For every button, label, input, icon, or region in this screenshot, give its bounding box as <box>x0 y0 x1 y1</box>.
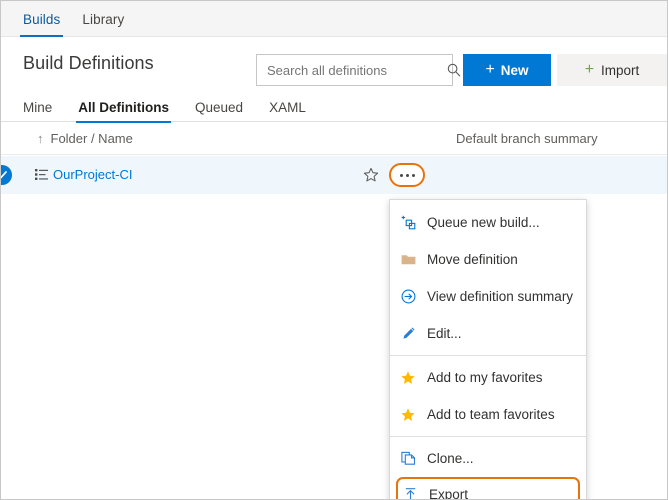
menu-item-move-definition-label: Move definition <box>427 252 518 267</box>
tab-queued[interactable]: Queued <box>195 93 243 122</box>
import-button-label: Import <box>601 63 639 78</box>
copy-icon <box>399 451 417 466</box>
new-button-label: New <box>501 63 529 78</box>
tab-all-definitions-label: All Definitions <box>78 100 169 115</box>
menu-item-add-to-my-favorites-label: Add to my favorites <box>427 370 543 385</box>
search-box[interactable] <box>256 54 453 86</box>
plus-icon: + <box>485 62 494 78</box>
column-header-default-branch-summary[interactable]: Default branch summary <box>456 131 598 146</box>
import-button[interactable]: + Import <box>557 54 667 86</box>
hub-tab-builds[interactable]: Builds <box>23 1 60 37</box>
menu-item-clone[interactable]: Clone... <box>390 440 586 477</box>
row-selected-checkmark-icon[interactable] <box>0 165 12 185</box>
row-more-actions-button[interactable] <box>389 163 425 187</box>
menu-item-queue-new-build[interactable]: Queue new build... <box>390 204 586 241</box>
star-filled-icon <box>399 370 417 386</box>
hub-tab-library-label: Library <box>82 12 124 27</box>
build-definition-icon <box>35 168 48 186</box>
column-header-default-branch-summary-label: Default branch summary <box>456 131 598 146</box>
build-definition-name-link[interactable]: OurProject-CI <box>53 167 132 182</box>
tab-xaml-label: XAML <box>269 100 306 115</box>
ellipsis-dot-icon <box>412 174 415 177</box>
ellipsis-dot-icon <box>406 174 409 177</box>
folder-icon <box>399 253 417 266</box>
hub-tab-bar: Builds Library <box>1 1 667 37</box>
search-icon[interactable] <box>447 55 461 85</box>
grid-header: ↑ Folder / Name Default branch summary <box>1 123 667 155</box>
menu-item-export-label: Export <box>429 487 468 500</box>
menu-item-export[interactable]: Export <box>396 477 580 500</box>
ellipsis-dot-icon <box>400 174 403 177</box>
page-title: Build Definitions <box>23 53 154 74</box>
tab-xaml[interactable]: XAML <box>269 93 306 122</box>
tab-queued-label: Queued <box>195 100 243 115</box>
search-input[interactable] <box>257 55 447 85</box>
context-menu: Queue new build... Move definition View … <box>389 199 587 500</box>
tab-mine[interactable]: Mine <box>23 93 52 122</box>
hub-tab-library[interactable]: Library <box>82 1 124 37</box>
menu-item-clone-label: Clone... <box>427 451 474 466</box>
menu-separator <box>390 436 586 437</box>
build-definitions-page: Builds Library Build Definitions + New +… <box>0 0 668 500</box>
export-up-arrow-icon <box>401 487 419 500</box>
plus-icon: + <box>585 62 594 78</box>
menu-item-add-to-my-favorites[interactable]: Add to my favorites <box>390 359 586 396</box>
pencil-icon <box>399 326 417 341</box>
menu-separator <box>390 355 586 356</box>
pivot-list: Mine All Definitions Queued XAML <box>23 93 306 122</box>
menu-item-edit[interactable]: Edit... <box>390 315 586 352</box>
pivot-bar: Mine All Definitions Queued XAML <box>1 93 667 122</box>
sort-ascending-icon: ↑ <box>37 132 44 145</box>
hub-tab-builds-label: Builds <box>23 12 60 27</box>
menu-item-view-definition-summary[interactable]: View definition summary <box>390 278 586 315</box>
tab-all-definitions[interactable]: All Definitions <box>78 93 169 122</box>
column-header-folder-name-label: Folder / Name <box>51 131 133 146</box>
star-filled-icon <box>399 407 417 423</box>
arrow-circle-icon <box>399 289 417 304</box>
menu-item-queue-new-build-label: Queue new build... <box>427 215 540 230</box>
menu-item-view-definition-summary-label: View definition summary <box>427 289 573 304</box>
table-row[interactable]: OurProject-CI <box>1 156 667 194</box>
hub-tab-list: Builds Library <box>23 1 124 37</box>
menu-item-add-to-team-favorites[interactable]: Add to team favorites <box>390 396 586 433</box>
menu-item-move-definition[interactable]: Move definition <box>390 241 586 278</box>
queue-build-icon <box>399 215 417 230</box>
star-outline-icon[interactable] <box>363 167 379 188</box>
menu-item-add-to-team-favorites-label: Add to team favorites <box>427 407 555 422</box>
column-header-folder-name[interactable]: ↑ Folder / Name <box>37 131 133 146</box>
tab-mine-label: Mine <box>23 100 52 115</box>
new-button[interactable]: + New <box>463 54 551 86</box>
menu-item-edit-label: Edit... <box>427 326 462 341</box>
